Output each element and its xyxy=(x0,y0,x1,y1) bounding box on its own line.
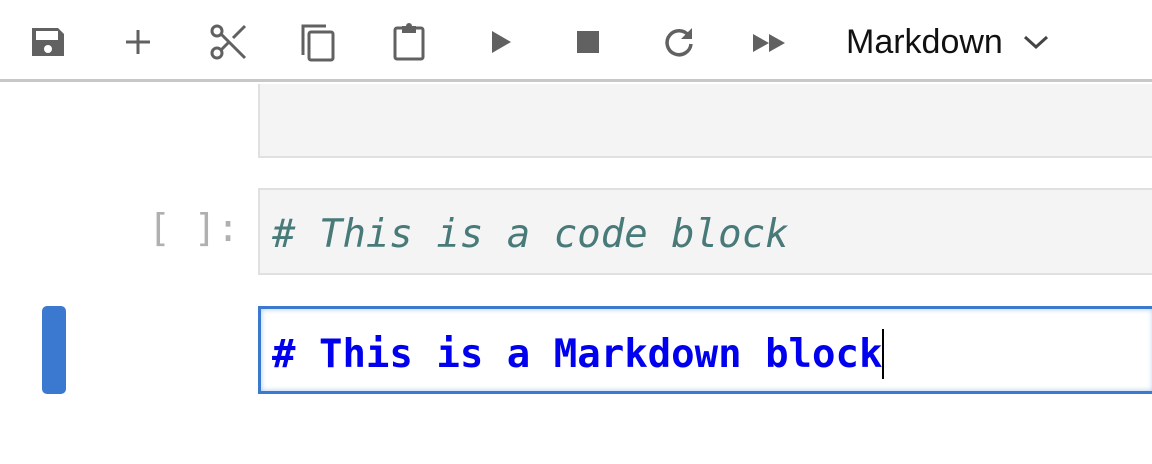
save-button[interactable] xyxy=(28,22,68,62)
copy-icon xyxy=(301,24,335,62)
paste-button[interactable] xyxy=(389,22,429,62)
code-comment: # This is a code block xyxy=(272,212,789,257)
restart-button[interactable] xyxy=(659,22,699,62)
restart-icon xyxy=(665,28,693,57)
code-cell-editor[interactable]: # This is a code block xyxy=(258,188,1152,275)
cell-type-value: Markdown xyxy=(846,22,1003,61)
interrupt-button[interactable] xyxy=(569,22,609,62)
run-all-button[interactable] xyxy=(749,22,789,62)
save-icon xyxy=(32,28,64,56)
cell-prompt: [ ]: xyxy=(148,206,240,250)
active-cell-indicator xyxy=(42,306,66,394)
paste-icon xyxy=(393,23,425,61)
run-button[interactable] xyxy=(480,22,520,62)
fast-forward-icon xyxy=(753,34,785,52)
cut-button[interactable] xyxy=(209,22,249,62)
text-cursor xyxy=(882,329,885,379)
chevron-down-icon xyxy=(1023,35,1048,50)
play-icon xyxy=(492,31,511,53)
copy-button[interactable] xyxy=(299,22,339,62)
scissors-icon xyxy=(210,24,247,60)
code-cell-editor[interactable] xyxy=(258,84,1152,158)
cell-type-select[interactable]: Markdown xyxy=(846,20,1049,64)
markdown-cell-editor[interactable]: # This is a Markdown block xyxy=(258,306,1152,394)
notebook-toolbar: Markdown xyxy=(0,0,1152,82)
insert-cell-button[interactable] xyxy=(118,22,158,62)
stop-icon xyxy=(577,31,599,53)
plus-icon xyxy=(126,30,150,54)
markdown-heading-source: # This is a Markdown block xyxy=(272,332,883,377)
